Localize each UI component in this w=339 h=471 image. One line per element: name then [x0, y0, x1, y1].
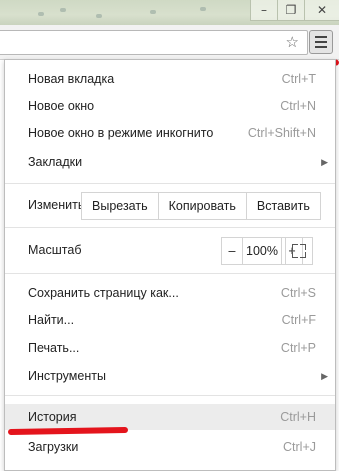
menu-item-shortcut: Ctrl+Shift+N	[247, 126, 316, 140]
menu-separator	[5, 395, 335, 396]
restore-icon: ❐	[285, 3, 297, 17]
menu-item-tools[interactable]: Инструменты ▶	[5, 363, 335, 389]
hamburger-icon-line	[315, 41, 327, 43]
menu-item-shortcut: Ctrl+N	[280, 99, 316, 113]
window-controls: – ❐ ✕	[250, 0, 339, 21]
menu-separator	[5, 227, 335, 228]
zoom-label: Масштаб	[28, 243, 82, 257]
minimize-button[interactable]: –	[250, 0, 277, 21]
menu-item-shortcut: Ctrl+F	[281, 313, 316, 327]
menu-item-new-tab[interactable]: Новая вкладка Ctrl+T	[5, 66, 335, 92]
menu-item-save-page[interactable]: Сохранить страницу как... Ctrl+S	[5, 280, 335, 306]
edit-label: Изменить	[28, 198, 85, 212]
close-icon: ✕	[316, 3, 328, 17]
cut-button[interactable]: Вырезать	[82, 193, 159, 219]
menu-item-label: Печать...	[28, 341, 80, 355]
background-speck	[60, 8, 66, 12]
fullscreen-icon	[300, 252, 306, 258]
menu-item-history[interactable]: История Ctrl+H	[5, 404, 335, 430]
hamburger-icon-line	[315, 46, 327, 48]
copy-button[interactable]: Копировать	[158, 193, 247, 219]
bookmark-star-icon[interactable]: ☆	[286, 33, 299, 51]
menu-item-new-window[interactable]: Новое окно Ctrl+N	[5, 93, 335, 119]
menu-item-label: Закладки	[28, 155, 83, 169]
zoom-out-button[interactable]: –	[222, 238, 242, 264]
menu-item-label: Новая вкладка	[28, 72, 115, 86]
background-speck	[150, 10, 156, 14]
background-speck	[38, 12, 44, 16]
menu-item-label: Сохранить страницу как...	[28, 286, 179, 300]
menu-item-shortcut: Ctrl+J	[283, 440, 316, 454]
menu-item-label: Загрузки	[28, 440, 79, 454]
address-bar[interactable]: ☆	[0, 30, 308, 55]
menu-item-label: Новое окно	[28, 99, 95, 113]
minimize-icon: –	[261, 3, 267, 17]
window-titlebar: – ❐ ✕	[0, 0, 339, 25]
menu-item-label: История	[28, 410, 77, 424]
background-speck	[200, 7, 206, 11]
paste-button[interactable]: Вставить	[246, 193, 320, 219]
browser-main-menu: Новая вкладка Ctrl+T Новое окно Ctrl+N Н…	[4, 59, 336, 471]
fullscreen-icon	[292, 244, 298, 250]
chrome-menu-button[interactable]	[309, 30, 333, 54]
edit-button-group: Вырезать Копировать Вставить	[81, 192, 321, 220]
menu-item-shortcut: Ctrl+S	[280, 286, 316, 300]
browser-toolbar: ☆	[0, 25, 339, 60]
fullscreen-button[interactable]	[285, 237, 313, 265]
menu-item-downloads[interactable]: Загрузки Ctrl+J	[5, 434, 335, 460]
menu-item-incognito[interactable]: Новое окно в режиме инкогнито Ctrl+Shift…	[5, 120, 335, 146]
fullscreen-icon	[292, 252, 298, 258]
submenu-arrow-icon: ▶	[321, 157, 328, 167]
menu-separator	[5, 183, 335, 184]
close-button[interactable]: ✕	[304, 0, 339, 21]
menu-item-shortcut: Ctrl+T	[281, 72, 316, 86]
background-speck	[96, 14, 102, 18]
menu-item-shortcut: Ctrl+H	[280, 410, 316, 424]
fullscreen-icon	[300, 244, 306, 250]
menu-item-label: Инструменты	[28, 369, 106, 383]
menu-item-bookmarks[interactable]: Закладки ▶	[5, 149, 335, 175]
menu-item-label: Новое окно в режиме инкогнито	[28, 126, 214, 140]
menu-item-label: Найти...	[28, 313, 75, 327]
menu-item-shortcut: Ctrl+P	[280, 341, 316, 355]
menu-item-find[interactable]: Найти... Ctrl+F	[5, 307, 335, 333]
zoom-level: 100%	[242, 238, 282, 264]
hamburger-icon-line	[315, 36, 327, 38]
submenu-arrow-icon: ▶	[321, 371, 328, 381]
menu-item-print[interactable]: Печать... Ctrl+P	[5, 335, 335, 361]
restore-button[interactable]: ❐	[277, 0, 304, 21]
menu-separator	[5, 273, 335, 274]
